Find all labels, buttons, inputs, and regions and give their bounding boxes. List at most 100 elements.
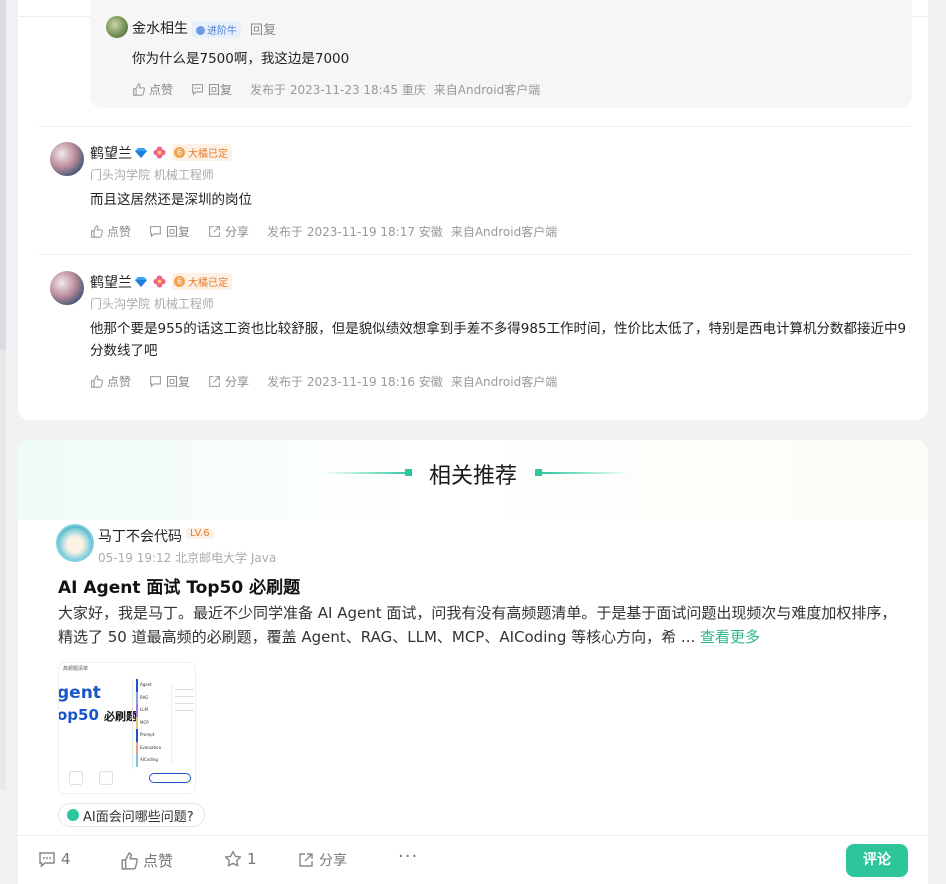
comment-button[interactable]: 评论 [846,844,908,877]
thumb-big-title: gent [58,683,101,703]
reply-button[interactable]: 回复 [149,223,190,240]
reply-label: 回复 [166,225,191,239]
comment-icon [150,376,161,388]
comment-icon [150,226,161,238]
star-icon [224,850,242,867]
comment-icon [39,852,55,868]
thumb-top50: op50 [58,706,99,724]
post-meta: 05-19 19:12 北京邮电大学 Java [98,551,277,565]
section-title: 相关推荐 [428,464,517,489]
badge-label: 进阶牛 [207,26,237,37]
diamond-icon [135,148,147,158]
nested-reply: 金水相生 进阶牛 回复 你为什么是7500啊，我这边是7000 点赞 回复 发布… [90,0,912,108]
post-time: 发布于 2023-11-23 18:45 重庆 [250,83,426,97]
avatar[interactable] [56,524,94,562]
post-source: 来自Android客户端 [450,375,558,389]
reply-label: 回复 [208,83,233,97]
diamond-icon [135,277,147,287]
comment-content: 他那个要是955的话这工资也比较舒服，但是貌似绩效想拿到手差不多得985工作时间… [90,321,907,359]
favorite-count: 1 [247,850,257,868]
ai-question-chip[interactable]: AI面会问哪些问题? [58,803,205,827]
post-body: 大家好，我是马丁。最近不少同学准备 AI Agent 面试，问我有没有高频题清单… [58,601,898,649]
author-name[interactable]: 马丁不会代码 [98,526,182,546]
like-label: 点赞 [143,852,174,870]
share-button[interactable]: 分享 [298,850,347,870]
comment-author-name[interactable]: 鹤望兰 [90,272,132,292]
reply-content: 你为什么是7500啊，我这边是7000 [132,51,350,67]
thumb-subtitle: op50 必刷题 [58,705,137,724]
like-button[interactable]: 点赞 [90,373,131,390]
like-label: 点赞 [107,375,132,389]
share-icon [209,226,220,237]
reply-button[interactable]: 回复 [191,81,232,98]
avatar[interactable] [50,271,84,305]
thumb-item: Evaluation [136,741,166,754]
left-scrollbar[interactable] [0,0,6,790]
thumb-item: Agent [136,679,166,692]
like-button[interactable]: 点赞 [120,850,173,871]
thumb-list: Agent RAG LLM MCP Prompt Evaluation AICo… [132,679,166,769]
comment-count-button[interactable]: 4 [38,850,71,868]
comment-meta: 点赞 回复 分享 发布于 2023-11-19 18:16 安徽 来自Andro… [90,373,557,390]
thumb-list-items: Agent RAG LLM MCP Prompt Evaluation AICo… [133,679,166,767]
reply-button[interactable]: 回复 [149,373,190,390]
thumb-item: LLM [136,704,166,717]
comments-card: 金水相生 进阶牛 回复 你为什么是7500啊，我这边是7000 点赞 回复 发布… [18,0,928,420]
ai-icon [67,809,79,821]
like-label: 点赞 [107,225,132,239]
title-decoration-dot [535,469,542,476]
divider [38,254,910,255]
ai-chip-label: AI面会问哪些问题? [83,809,194,825]
divider [38,126,910,127]
comment-icon [192,84,203,96]
level-badge: 6 大橘已定 [172,144,232,161]
reply-to-link[interactable]: 回复 [250,19,276,38]
post-time: 发布于 2023-11-19 18:17 安徽 [267,225,443,239]
reply-label: 回复 [166,375,191,389]
comment-author-school: 门头沟学院 机械工程师 [90,297,214,311]
more-options-button[interactable]: ··· [398,846,418,867]
scrollbar-thumb[interactable] [0,0,6,350]
level-number: 6 [174,147,185,158]
share-icon [299,853,313,867]
thumb-up-icon [121,851,138,870]
comment-author-name[interactable]: 鹤望兰 [90,143,132,163]
thumb-item: RAG [136,691,166,704]
title-decoration-right [542,472,630,474]
share-button[interactable]: 分享 [208,373,249,390]
comment-content: 而且这居然还是深圳的岗位 [90,192,252,208]
thumb-header: 高频题清单 [63,666,89,672]
share-label: 分享 [225,375,250,389]
favorite-button[interactable]: 1 [224,850,257,868]
badge-label: 大橘已定 [188,149,228,160]
thumb-up-icon [91,225,103,238]
badge-label: 大橘已定 [188,278,228,289]
like-button[interactable]: 点赞 [90,223,131,240]
reply-author-badge: 进阶牛 [192,21,241,38]
post-thumbnail[interactable]: 高频题清单 gent op50 必刷题 Agent RAG LLM MCP Pr… [58,662,196,794]
level-badge: LV.6 [186,528,214,539]
recommend-card: 相关推荐 马丁不会代码 LV.6 05-19 19:12 北京邮电大学 Java… [18,440,928,884]
like-label: 点赞 [149,83,174,97]
reply-meta: 点赞 回复 发布于 2023-11-23 18:45 重庆 来自Android客… [132,81,540,98]
read-more-link[interactable]: 查看更多 [700,628,760,646]
share-icon [209,376,220,387]
thumb-side-panel [171,683,195,763]
comment-meta: 点赞 回复 分享 发布于 2023-11-19 18:17 安徽 来自Andro… [90,223,557,240]
comment-author-school: 门头沟学院 机械工程师 [90,168,214,182]
post-excerpt: 大家好，我是马丁。最近不少同学准备 AI Agent 面试，问我有没有高频题清单… [58,604,897,646]
thumb-item: MCP [136,716,166,729]
flower-icon [153,275,166,288]
avatar[interactable] [106,16,128,38]
badge-icon [196,26,205,35]
like-button[interactable]: 点赞 [132,81,173,98]
post-title[interactable]: AI Agent 面试 Top50 必刷题 [58,573,300,598]
thumb-up-icon [91,375,103,388]
reply-author-name[interactable]: 金水相生 [132,18,188,38]
share-button[interactable]: 分享 [208,223,249,240]
avatar[interactable] [50,142,84,176]
level-badge: 6 大橘已定 [172,273,232,290]
thumb-item: AICoding [136,754,166,767]
thumb-item: Prompt [136,729,166,742]
bottom-action-bar: 4 点赞 1 分享 ··· 评论 [18,835,928,884]
